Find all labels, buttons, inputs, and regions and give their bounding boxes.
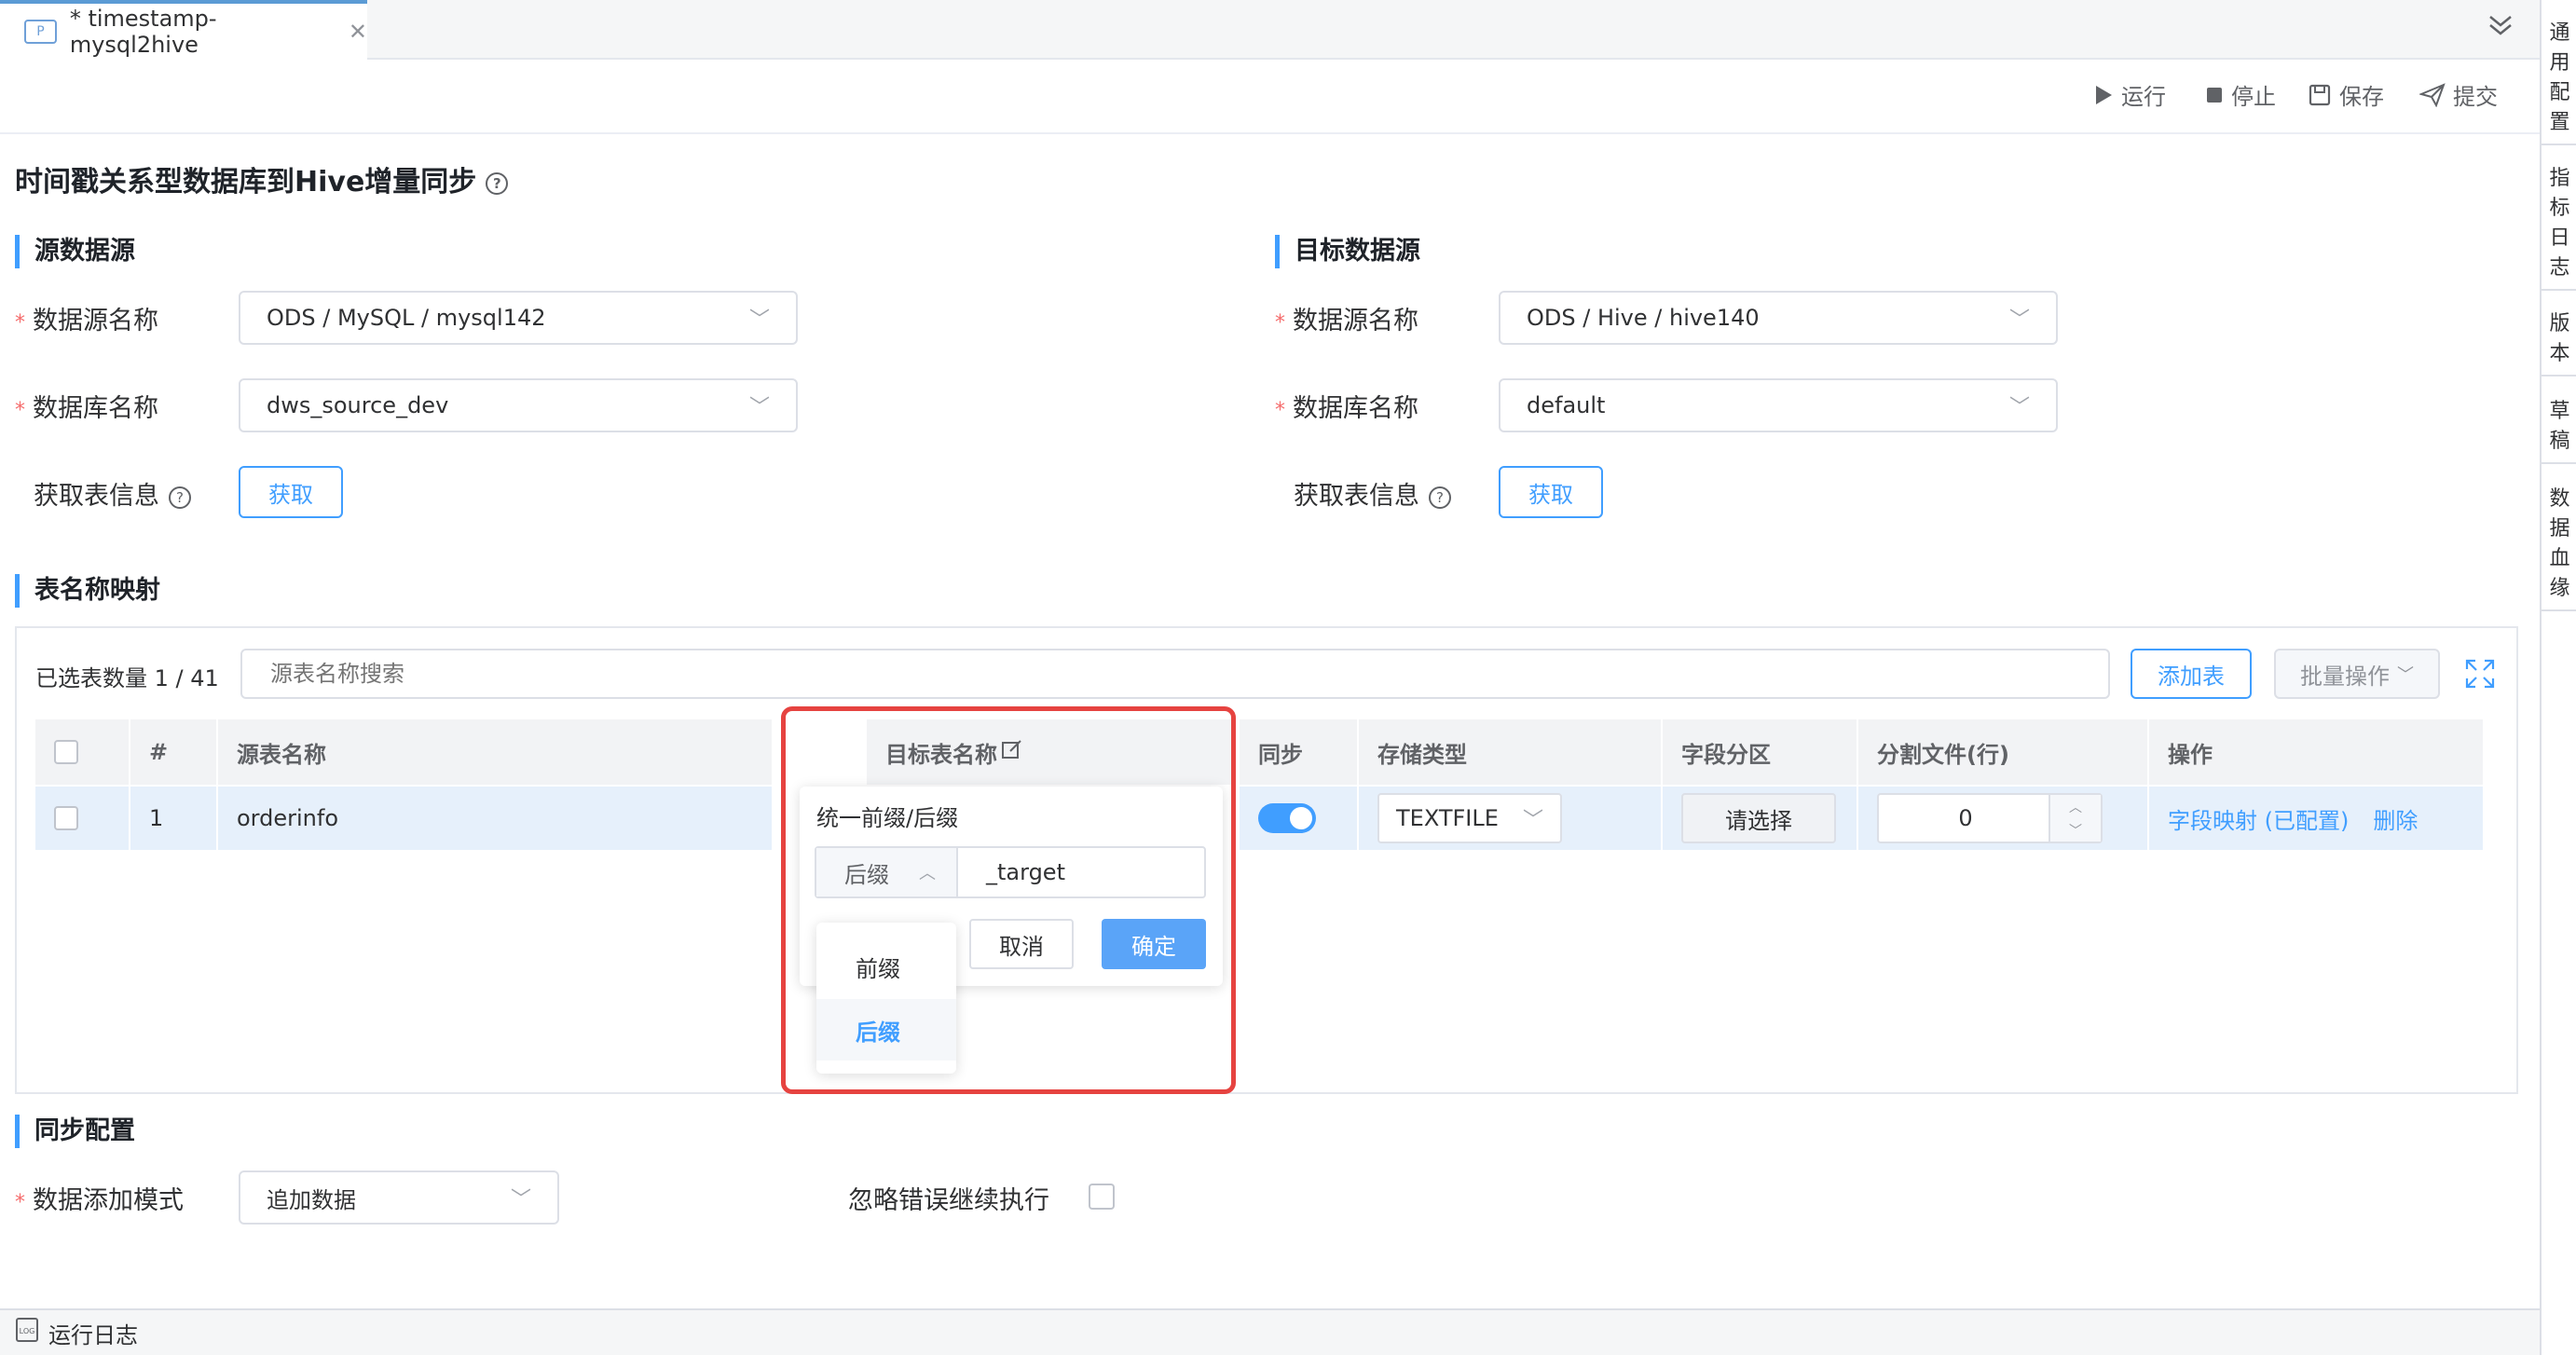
row-index: 1	[130, 787, 218, 850]
help-icon[interactable]: ?	[1429, 486, 1451, 509]
bottom-bar: LOG 运行日志	[0, 1308, 2540, 1355]
target-ds-select[interactable]: ODS / Hive / hive140 ﹀	[1499, 291, 2058, 345]
col-source-table: 源表名称	[218, 719, 774, 785]
col-split-rows: 分割文件(行)	[1858, 719, 2149, 785]
section-mapping-heading: 表名称映射	[15, 574, 160, 608]
sidebar-item-version[interactable]: 版 本	[2542, 304, 2576, 376]
sidebar-item-metric-log[interactable]: 指 标 日 志	[2542, 158, 2576, 291]
help-icon[interactable]: ?	[486, 171, 509, 195]
stop-icon	[2207, 87, 2222, 103]
add-table-button[interactable]: 添加表	[2131, 649, 2252, 699]
target-fetch-button[interactable]: 获取	[1499, 466, 1603, 518]
row-partition-cell: 请选择	[1663, 787, 1858, 850]
save-icon	[2309, 84, 2331, 105]
source-fetch-button[interactable]: 获取	[239, 466, 343, 518]
row-split-cell: 0 ︿ ﹀	[1858, 787, 2149, 850]
source-ds-label: * 数据源名称	[15, 307, 158, 335]
row-source-table: orderinfo	[218, 787, 774, 850]
sync-mode-label: * 数据添加模式	[15, 1186, 184, 1215]
close-icon[interactable]: ✕	[349, 19, 367, 45]
ignore-error-checkbox[interactable]	[1089, 1184, 1115, 1210]
col-actions: 操作	[2149, 719, 2485, 785]
target-db-select[interactable]: default ﹀	[1499, 378, 2058, 432]
chevron-down-icon: ﹀	[748, 308, 770, 332]
sync-mode-select[interactable]: 追加数据 ﹀	[239, 1170, 559, 1225]
ignore-error-label: 忽略错误继续执行	[848, 1186, 1049, 1215]
batch-operation-button[interactable]: 批量操作 ﹀	[2274, 649, 2440, 699]
storage-type-select[interactable]: TEXTFILE ﹀	[1377, 793, 1562, 843]
section-source-heading: 源数据源	[15, 235, 135, 268]
help-icon[interactable]: ?	[169, 486, 191, 509]
chevron-down-icon: ﹀	[510, 1188, 531, 1211]
tab-timestamp-mysql2hive[interactable]: P * timestamp-mysql2hive ✕	[0, 0, 367, 60]
fullscreen-icon[interactable]	[2464, 658, 2496, 693]
sidebar-item-data-lineage[interactable]: 数 据 血 缘	[2542, 479, 2576, 611]
row-sync-cell	[1240, 787, 1359, 850]
col-sync: 同步	[1240, 719, 1359, 785]
col-storage-type: 存储类型	[1359, 719, 1663, 785]
stop-button[interactable]: 停止	[2205, 78, 2276, 111]
right-sidebar: 通 用 配 置 指 标 日 志 版 本 草 稿 数 据 血 缘	[2540, 0, 2576, 1355]
page-title: 时间戳关系型数据库到Hive增量同步?	[15, 158, 509, 199]
chevron-down-icon: ﹀	[748, 396, 770, 419]
partition-select[interactable]: 请选择	[1681, 793, 1836, 843]
source-db-label: * 数据库名称	[15, 394, 158, 423]
log-icon: LOG	[15, 1317, 39, 1348]
sidebar-item-general-config[interactable]: 通 用 配 置	[2542, 13, 2576, 145]
source-db-select[interactable]: dws_source_dev ﹀	[239, 378, 798, 432]
source-fetch-label: 获取表信息?	[34, 475, 191, 512]
chevron-down-icon: ﹀	[2397, 665, 2414, 685]
toolbar: 运行 停止 保存 提交	[0, 60, 2540, 134]
selected-count: 已选表数量 1 / 41	[35, 665, 219, 691]
row-storage-cell: TEXTFILE ﹀	[1359, 787, 1663, 850]
run-button[interactable]: 运行	[2093, 78, 2166, 111]
col-partition: 字段分区	[1663, 719, 1858, 785]
field-mapping-link[interactable]: 字段映射 (已配置)	[2168, 802, 2349, 835]
file-type-icon: P	[24, 20, 57, 44]
target-ds-label: * 数据源名称	[1275, 307, 1418, 335]
select-all-checkbox[interactable]	[54, 740, 78, 764]
sync-toggle[interactable]	[1258, 803, 1316, 833]
submit-button[interactable]: 提交	[2419, 78, 2498, 111]
increment-icon[interactable]: ︿	[2069, 798, 2082, 816]
tab-bar	[0, 0, 2540, 60]
decrement-icon[interactable]: ﹀	[2069, 821, 2082, 840]
highlight-annotation-box	[781, 706, 1236, 1094]
chevron-down-icon: ﹀	[2008, 396, 2030, 419]
source-table-search-input[interactable]	[240, 649, 2110, 699]
target-db-label: * 数据库名称	[1275, 394, 1418, 423]
select-all-cell	[35, 719, 130, 785]
play-icon	[2096, 85, 2112, 104]
collapse-chevron-icon[interactable]	[2487, 13, 2514, 44]
save-button[interactable]: 保存	[2308, 78, 2384, 111]
source-ds-select[interactable]: ODS / MySQL / mysql142 ﹀	[239, 291, 798, 345]
target-fetch-label: 获取表信息?	[1294, 475, 1451, 512]
run-log-tab[interactable]: 运行日志	[48, 1317, 138, 1349]
section-sync-heading: 同步配置	[15, 1115, 135, 1148]
send-icon	[2419, 82, 2446, 107]
delete-link[interactable]: 删除	[2373, 802, 2418, 835]
chevron-down-icon: ﹀	[1522, 809, 1543, 832]
row-select-cell	[35, 787, 130, 850]
svg-text:LOG: LOG	[20, 1327, 35, 1335]
col-index: #	[130, 719, 218, 785]
sidebar-item-draft[interactable]: 草 稿	[2542, 391, 2576, 464]
section-target-heading: 目标数据源	[1275, 235, 1420, 268]
row-checkbox[interactable]	[54, 806, 78, 830]
split-rows-stepper[interactable]: 0 ︿ ﹀	[1877, 793, 2103, 843]
tab-title: * timestamp-mysql2hive	[69, 6, 217, 58]
row-actions-cell: 字段映射 (已配置) 删除	[2149, 787, 2485, 850]
chevron-down-icon: ﹀	[2008, 308, 2030, 332]
